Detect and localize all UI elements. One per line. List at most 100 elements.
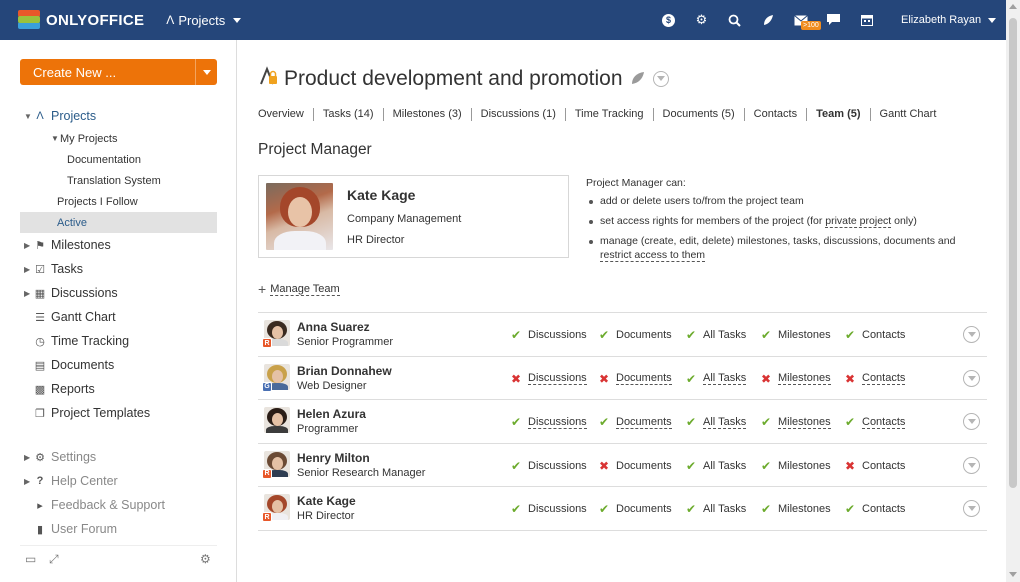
tab-tasks[interactable]: Tasks (14) — [312, 108, 383, 121]
team-member-row: R Kate Kage HR Director ✔ Discussions ✔ Docume… — [258, 487, 987, 531]
member-actions-menu-button[interactable] — [963, 500, 980, 518]
member-name[interactable]: Anna Suarez — [297, 320, 370, 334]
cross-icon: ✖ — [599, 371, 610, 386]
sidebar-item-projects-i-follow[interactable]: Projects I Follow — [20, 191, 217, 212]
member-actions-menu-button[interactable] — [963, 413, 980, 431]
permission-milestones[interactable]: ✖ Milestones — [761, 372, 831, 386]
scroll-thumb[interactable] — [1009, 18, 1017, 488]
sidebar-item-milestones[interactable]: ▶ ⚑ Milestones — [20, 233, 217, 257]
sidebar-item-reports[interactable]: ▩ Reports — [20, 377, 217, 401]
member-role-badge: R — [262, 338, 272, 348]
search-icon[interactable] — [718, 0, 751, 40]
sidebar-item-feedback-support[interactable]: ▸ Feedback & Support — [20, 493, 217, 517]
follow-feed-icon[interactable] — [631, 67, 645, 91]
member-role-badge: R — [262, 468, 272, 479]
project-title-row: Product development and promotion — [258, 66, 669, 91]
tab-gantt-chart[interactable]: Gantt Chart — [869, 108, 946, 121]
sidebar-item-user-forum[interactable]: ▮ User Forum — [20, 517, 217, 541]
feed-icon[interactable] — [751, 0, 784, 40]
permission-all-tasks[interactable]: ✔ All Tasks — [686, 415, 747, 429]
scroll-up-arrow-icon[interactable] — [1009, 4, 1017, 9]
billing-icon[interactable]: $ — [652, 0, 685, 40]
create-new-button[interactable]: Create New ... — [20, 59, 217, 85]
chat-bubble-icon[interactable]: ▭ — [25, 552, 36, 566]
member-name[interactable]: Kate Kage — [297, 494, 356, 508]
permission-discussions[interactable]: ✔ Discussions — [511, 415, 587, 429]
tab-time-tracking[interactable]: Time Tracking — [564, 108, 653, 121]
page-scrollbar[interactable] — [1006, 0, 1020, 582]
right-text: add or delete users to/from the project … — [600, 195, 804, 207]
expand-triangle-icon[interactable]: ▶ — [24, 265, 30, 274]
member-name[interactable]: Brian Donnahew — [297, 364, 392, 378]
user-menu[interactable]: Elizabeth Rayan — [901, 0, 997, 40]
sidebar-item-documents[interactable]: ▤ Documents — [20, 353, 217, 377]
mail-icon[interactable]: >100 — [784, 0, 821, 40]
sidebar-item-active[interactable]: Active — [20, 212, 217, 233]
tab-overview[interactable]: Overview — [258, 108, 313, 121]
project-actions-menu-button[interactable] — [652, 70, 669, 87]
permission-documents[interactable]: ✔ Documents — [599, 415, 672, 429]
sidebar-item-my-projects[interactable]: ▼ My Projects — [20, 128, 217, 149]
tab-team[interactable]: Team (5) — [806, 108, 869, 121]
permission-discussions[interactable]: ✖ Discussions — [511, 372, 587, 386]
permission-milestones[interactable]: ✔ Milestones — [761, 415, 831, 429]
right-item: add or delete users to/from the project … — [586, 194, 986, 208]
settings-icon[interactable]: ⚙ — [685, 0, 718, 40]
scroll-down-arrow-icon[interactable] — [1009, 572, 1017, 577]
manager-photo[interactable] — [266, 183, 333, 250]
permission-all-tasks[interactable]: ✔ All Tasks — [686, 371, 747, 386]
create-new-label: Create New ... — [33, 64, 117, 80]
tab-contacts[interactable]: Contacts — [743, 108, 806, 121]
member-title: Senior Research Manager — [297, 466, 426, 479]
expand-triangle-icon[interactable]: ▶ — [24, 453, 30, 462]
onlyoffice-logo[interactable]: ONLYOFFICE — [18, 10, 144, 30]
restrict-access-link[interactable]: restrict access to them — [600, 249, 706, 262]
check-icon: ✔ — [686, 371, 697, 386]
member-actions-menu-button[interactable] — [963, 456, 980, 474]
cross-icon: ✖ — [845, 458, 856, 473]
sidebar-item-translation-system[interactable]: Translation System — [20, 170, 217, 191]
expand-triangle-icon[interactable]: ▶ — [24, 241, 30, 250]
expand-triangle-icon[interactable]: ▶ — [24, 289, 30, 298]
sidebar-item-project-templates[interactable]: ❐ Project Templates — [20, 401, 217, 425]
sidebar-item-projects[interactable]: ▼ Λ Projects — [20, 104, 217, 128]
expand-icon[interactable]: ⤢ — [49, 552, 59, 567]
tab-milestones[interactable]: Milestones (3) — [382, 108, 471, 121]
tab-discussions[interactable]: Discussions (1) — [470, 108, 565, 121]
sidebar-item-help-center[interactable]: ▶ ? Help Center — [20, 469, 217, 493]
create-dropdown-toggle[interactable] — [195, 59, 217, 85]
member-name[interactable]: Henry Milton — [297, 451, 370, 465]
gear-icon[interactable]: ⚙ — [200, 552, 211, 566]
permission-contacts[interactable]: ✖ Contacts — [845, 372, 906, 386]
tab-documents[interactable]: Documents (5) — [652, 108, 744, 121]
private-project-link[interactable]: private project — [825, 215, 892, 228]
member-name[interactable]: Helen Azura — [297, 407, 366, 421]
permission-documents[interactable]: ✖ Documents — [599, 372, 672, 386]
manager-name[interactable]: Kate Kage — [347, 187, 415, 203]
clock-icon: ◷ — [35, 335, 45, 348]
sidebar-item-label: Help Center — [51, 474, 118, 488]
sidebar-item-time-tracking[interactable]: ◷ Time Tracking — [20, 329, 217, 353]
collapse-triangle-icon[interactable]: ▼ — [51, 134, 59, 143]
permission-contacts[interactable]: ✔ Contacts — [845, 415, 906, 429]
calendar-icon[interactable] — [850, 0, 883, 40]
manage-team-button[interactable]: + Manage Team — [258, 281, 340, 297]
check-icon: ✔ — [599, 328, 610, 342]
sidebar-item-settings[interactable]: ▶ ⚙ Settings — [20, 445, 217, 469]
member-avatar[interactable] — [264, 407, 290, 434]
module-switcher[interactable]: Λ Projects — [166, 13, 242, 28]
member-actions-menu-button[interactable] — [963, 369, 980, 387]
expand-triangle-icon[interactable]: ▶ — [24, 477, 30, 486]
chat-icon[interactable] — [817, 0, 850, 40]
sidebar-item-tasks[interactable]: ▶ ☑ Tasks — [20, 257, 217, 281]
check-icon: ✔ — [511, 458, 522, 473]
chevron-down-icon — [967, 332, 976, 337]
sidebar-item-discussions[interactable]: ▶ ▦ Discussions — [20, 281, 217, 305]
chevron-down-icon — [656, 76, 665, 81]
sidebar-item-label: Gantt Chart — [51, 310, 116, 324]
permission-label: Milestones — [778, 503, 831, 516]
sidebar-item-documentation[interactable]: Documentation — [20, 149, 217, 170]
sidebar-item-gantt-chart[interactable]: ☰ Gantt Chart — [20, 305, 217, 329]
member-actions-menu-button[interactable] — [963, 326, 980, 343]
expand-triangle-icon[interactable]: ▼ — [24, 112, 32, 121]
